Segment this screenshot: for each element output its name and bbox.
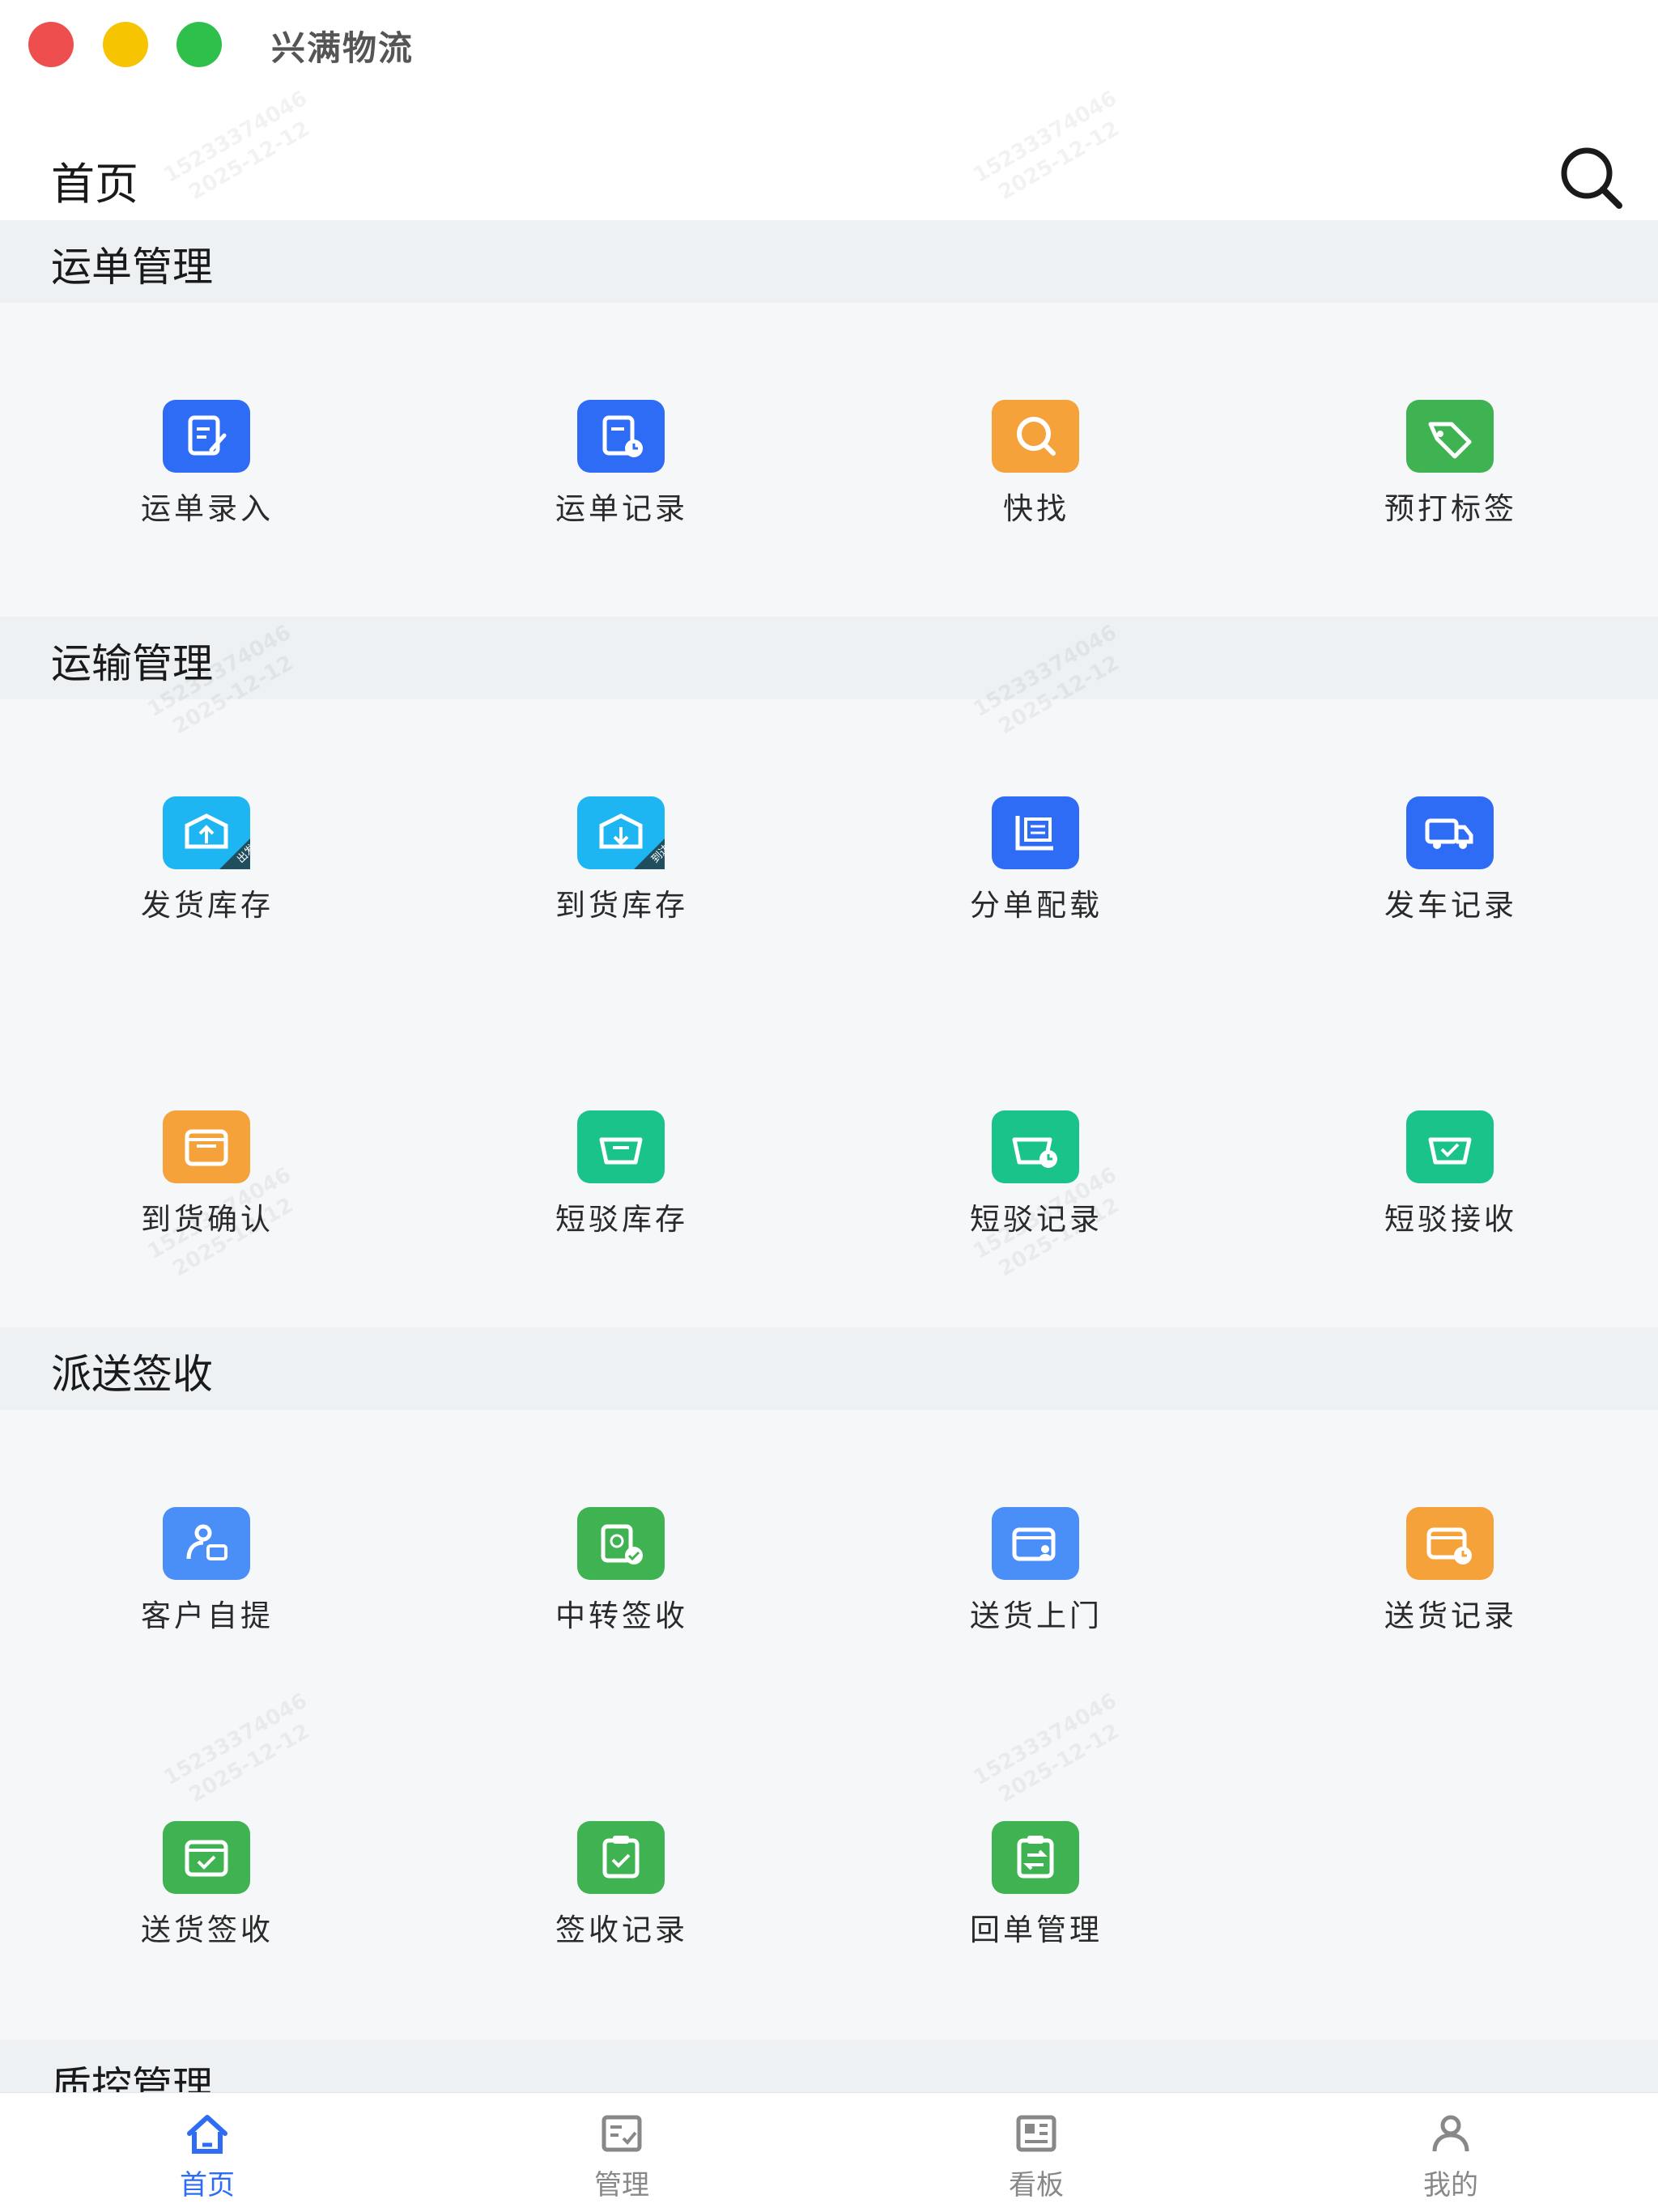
menu-tile[interactable]: 运单录入 — [0, 400, 414, 562]
page-title: 首页 — [51, 159, 138, 210]
tray-clock-icon — [992, 1110, 1079, 1183]
menu-tile[interactable]: 送货记录 — [1244, 1507, 1658, 1669]
menu-tile-label: 运单录入 — [141, 491, 274, 526]
section-header-waybill: 运单管理 — [0, 220, 1658, 303]
search-icon — [1561, 147, 1622, 209]
card-clock-icon — [1406, 1507, 1494, 1580]
menu-tile[interactable]: 出发 发货库存 — [0, 796, 414, 958]
tab-label: 看板 — [1009, 2169, 1064, 2201]
box-in-icon: 到达 — [577, 796, 665, 869]
split-load-icon — [992, 796, 1079, 869]
page-header: 首页 — [0, 89, 1658, 220]
menu-tile[interactable]: 快找 — [829, 400, 1244, 562]
section-grid-delivery: 客户自提 中转签收 送货上门 送货记录送货签收 签收记录 回单管理 — [0, 1410, 1658, 2040]
board-icon — [1016, 2115, 1056, 2152]
tab-3[interactable]: 我的 — [1244, 2093, 1658, 2212]
menu-tile-label: 到货确认 — [141, 1202, 274, 1237]
box-check-icon — [163, 1821, 250, 1894]
maximize-window-button[interactable] — [176, 22, 222, 67]
receipt-swap-icon — [992, 1821, 1079, 1894]
menu-tile-label: 送货上门 — [970, 1598, 1103, 1633]
menu-tile-label: 送货记录 — [1384, 1598, 1517, 1633]
home-icon — [187, 2115, 227, 2154]
search-icon — [992, 400, 1079, 473]
doc-clock-icon — [577, 400, 665, 473]
menu-tile-label: 发车记录 — [1384, 888, 1517, 923]
card-user-icon — [992, 1507, 1079, 1580]
section-header-transport: 运输管理 — [0, 617, 1658, 699]
menu-tile-label: 签收记录 — [555, 1913, 688, 1947]
section-header-delivery: 派送签收 — [0, 1327, 1658, 1410]
user-box-icon — [163, 1507, 250, 1580]
section-grid-waybill: 运单录入 运单记录 快找 预打标签 — [0, 303, 1658, 617]
menu-tile[interactable]: 签收记录 — [414, 1821, 829, 1983]
menu-tile[interactable]: 送货签收 — [0, 1821, 414, 1983]
menu-tile-label: 预打标签 — [1384, 491, 1517, 526]
section-title: 派送签收 — [51, 1351, 213, 1398]
menu-tile[interactable]: 发车记录 — [1244, 796, 1658, 958]
menu-tile-label: 中转签收 — [555, 1598, 688, 1633]
menu-tile-label: 回单管理 — [970, 1913, 1103, 1947]
menu-tile-label: 短驳库存 — [555, 1202, 688, 1237]
section-title: 运单管理 — [51, 244, 213, 291]
menu-tile[interactable]: 到达 到货库存 — [414, 796, 829, 958]
tray-check-icon — [1406, 1110, 1494, 1183]
menu-tile[interactable]: 短驳接收 — [1244, 1110, 1658, 1272]
menu-tile[interactable]: 客户自提 — [0, 1507, 414, 1669]
menu-tile[interactable]: 中转签收 — [414, 1507, 829, 1669]
menu-tile[interactable]: 回单管理 — [829, 1821, 1244, 1983]
tab-label: 我的 — [1423, 2169, 1478, 2201]
bottom-tab-bar: 首页 管理 看板 我的 — [0, 2092, 1658, 2212]
menu-tile-label: 短驳记录 — [970, 1202, 1103, 1237]
inbox-icon — [163, 1110, 250, 1183]
close-window-button[interactable] — [28, 22, 74, 67]
truck-icon — [1406, 796, 1494, 869]
minimize-window-button[interactable] — [103, 22, 148, 67]
menu-tile-label: 运单记录 — [555, 491, 688, 526]
menu-tile-label: 客户自提 — [141, 1598, 274, 1633]
menu-tile[interactable]: 送货上门 — [829, 1507, 1244, 1669]
tag-icon — [1406, 400, 1494, 473]
menu-tile[interactable]: 运单记录 — [414, 400, 829, 562]
menu-tile-label: 发货库存 — [141, 888, 274, 923]
edit-doc-icon — [163, 400, 250, 473]
menu-tile[interactable]: 短驳记录 — [829, 1110, 1244, 1272]
tab-2[interactable]: 看板 — [829, 2093, 1244, 2212]
tray-icon — [577, 1110, 665, 1183]
transfer-sign-icon — [577, 1507, 665, 1580]
menu-tile-label: 分单配载 — [970, 888, 1103, 923]
tab-label: 管理 — [594, 2169, 649, 2201]
user-icon — [1432, 2115, 1469, 2152]
app-title: 兴满物流 — [271, 28, 414, 68]
tab-0[interactable]: 首页 — [0, 2093, 414, 2212]
window-titlebar: 兴满物流 — [0, 0, 1658, 89]
menu-tile-label: 短驳接收 — [1384, 1202, 1517, 1237]
menu-tile[interactable]: 分单配载 — [829, 796, 1244, 958]
clipboard-check-icon — [577, 1821, 665, 1894]
menu-tile-label: 快找 — [1003, 491, 1069, 526]
search-button[interactable] — [1558, 144, 1624, 210]
manage-icon — [602, 2115, 642, 2152]
box-out-icon: 出发 — [163, 796, 250, 869]
menu-tile[interactable]: 预打标签 — [1244, 400, 1658, 562]
tab-label: 首页 — [180, 2169, 235, 2201]
menu-tile-label: 送货签收 — [141, 1913, 274, 1947]
tab-1[interactable]: 管理 — [414, 2093, 829, 2212]
section-grid-transport: 出发 发货库存 到达 到货库存 分单配载 发车记录 到货确认 短驳库存 短驳记录 短驳接收 — [0, 699, 1658, 1327]
menu-tile-label: 到货库存 — [555, 888, 688, 923]
menu-tile[interactable]: 到货确认 — [0, 1110, 414, 1272]
menu-tile[interactable]: 短驳库存 — [414, 1110, 829, 1272]
section-title: 运输管理 — [51, 640, 213, 687]
